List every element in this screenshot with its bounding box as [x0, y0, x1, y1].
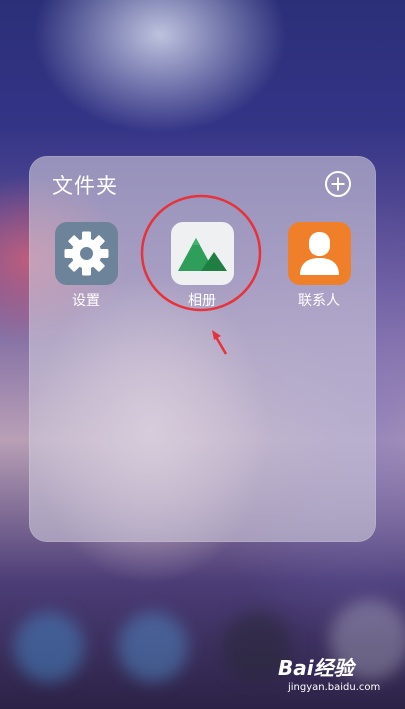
person-icon	[287, 222, 351, 285]
app-label-contacts: 联系人	[298, 293, 340, 309]
dock-blob	[118, 612, 188, 682]
plus-circle-icon	[325, 171, 351, 197]
baidu-watermark: Bai经验 jingyan.baidu.com	[274, 652, 402, 700]
app-label-settings: 设置	[72, 293, 100, 309]
dock-blob	[14, 612, 84, 682]
gear-icon	[54, 222, 118, 285]
app-settings[interactable]: 设置	[46, 222, 126, 310]
folder-panel: 文件夹 设置 相册 联系人	[29, 156, 376, 542]
app-contacts[interactable]: 联系人	[279, 222, 359, 310]
watermark-brand: Bai经验	[278, 656, 354, 680]
add-app-button[interactable]	[324, 170, 352, 198]
app-label-gallery: 相册	[188, 293, 216, 309]
app-gallery[interactable]: 相册	[162, 222, 242, 310]
folder-title: 文件夹	[52, 174, 118, 198]
home-screen: 文件夹 设置 相册 联系人 Bai经验 jingyan.baidu.com	[0, 0, 405, 709]
mountain-icon	[170, 222, 234, 285]
watermark-url: jingyan.baidu.com	[288, 682, 381, 693]
